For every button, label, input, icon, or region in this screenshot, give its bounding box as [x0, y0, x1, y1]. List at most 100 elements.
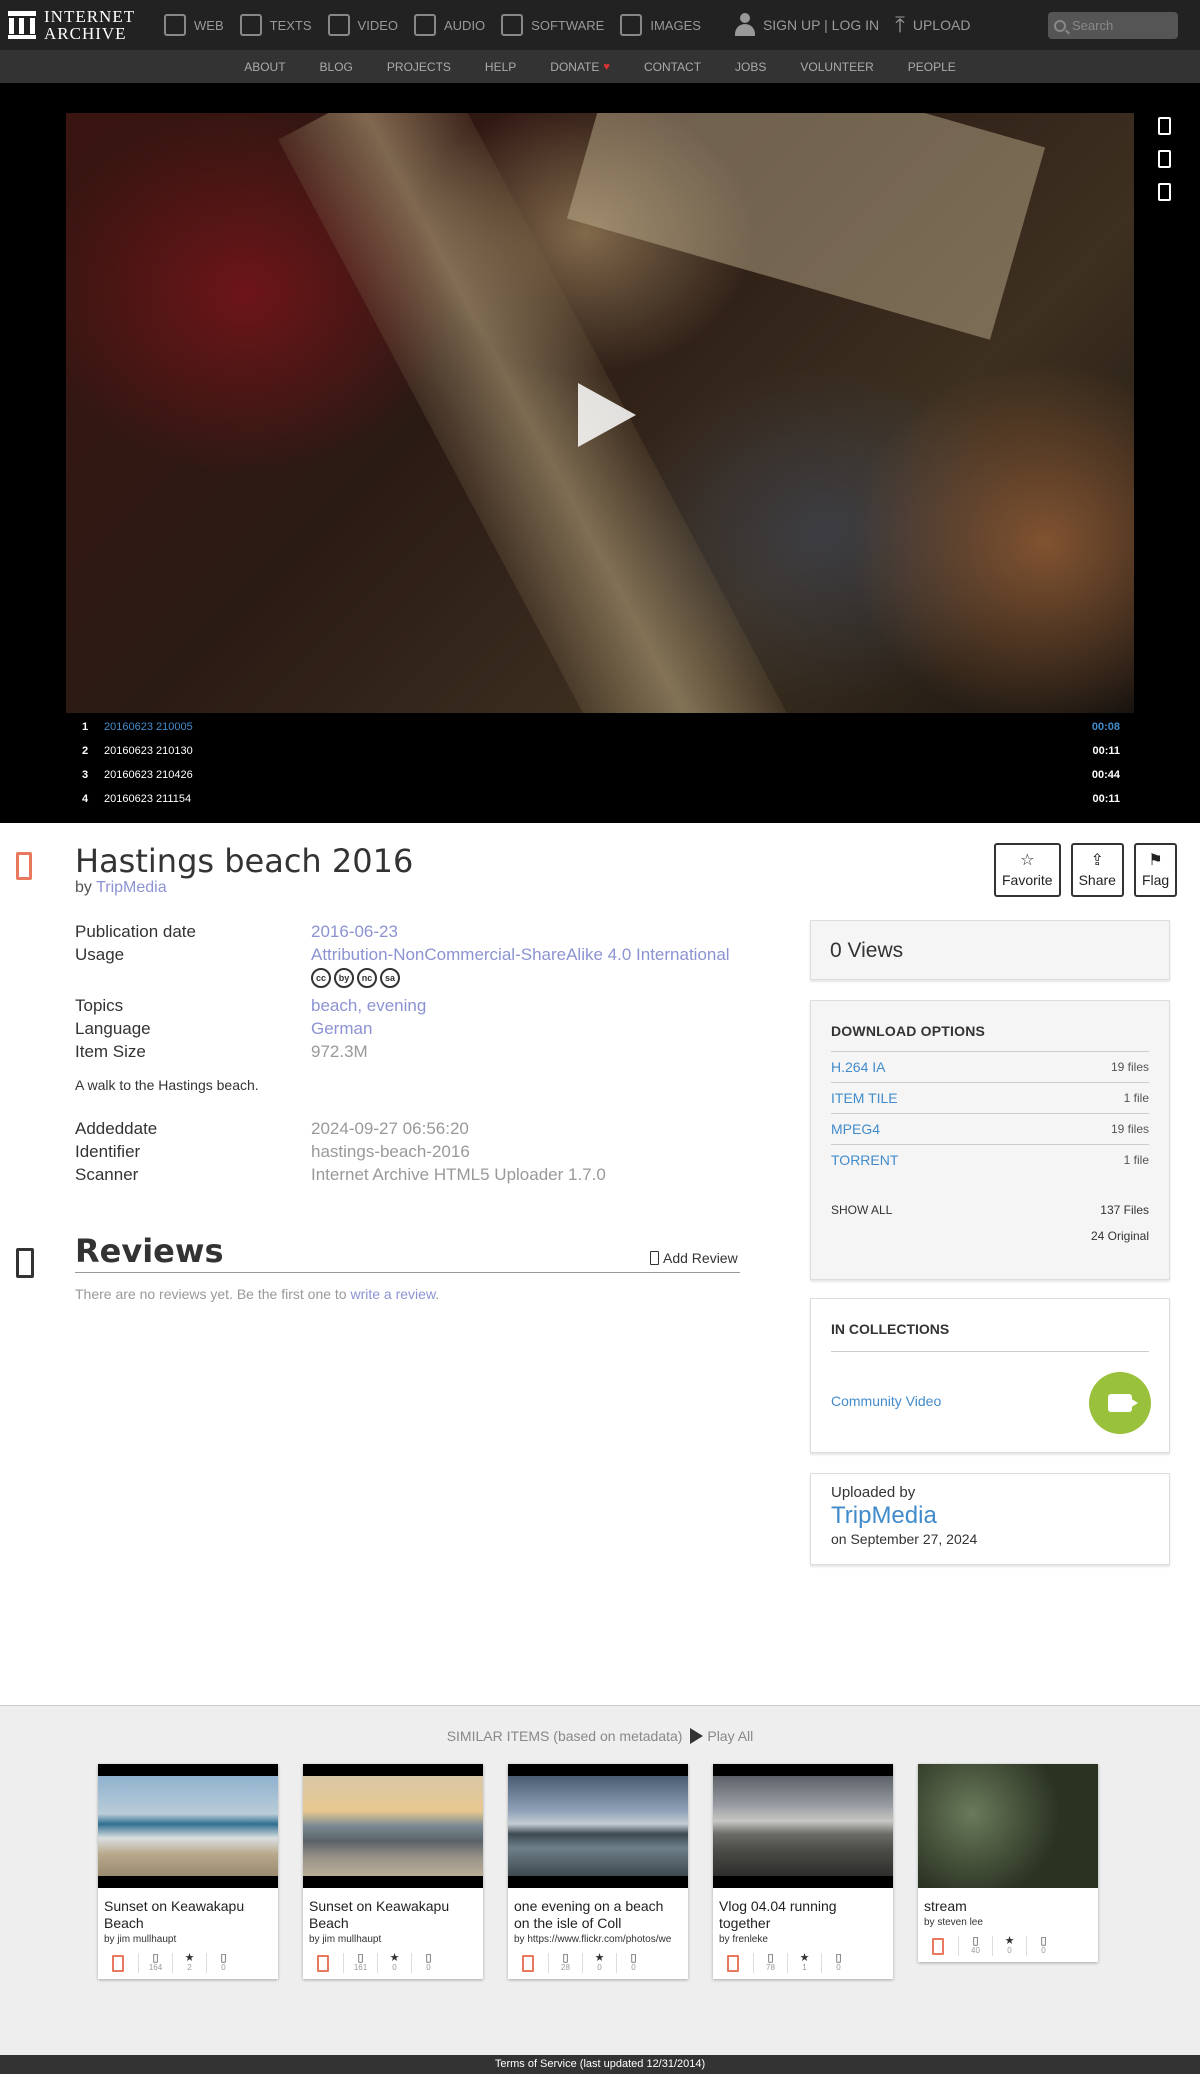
settings-icon[interactable]	[1158, 183, 1171, 201]
thumbnail[interactable]	[713, 1764, 893, 1888]
movies-icon	[317, 1954, 329, 1972]
comment-icon: ▯	[220, 1952, 227, 1964]
nav-web[interactable]: WEB	[164, 0, 224, 50]
search-icon[interactable]	[1054, 19, 1066, 32]
download-format-link[interactable]: MPEG4	[831, 1121, 880, 1137]
similar-item-card[interactable]: stream by steven lee ▯ 40 ★ 0 ▯ 0	[918, 1764, 1098, 1962]
collection-link[interactable]: Community Video	[831, 1393, 941, 1409]
show-all-link[interactable]: SHOW ALL	[831, 1203, 892, 1217]
similar-item-card[interactable]: one evening on a beach on the isle of Co…	[508, 1764, 688, 1979]
nav-video[interactable]: VIDEO	[327, 0, 398, 50]
nav-texts[interactable]: TEXTS	[239, 0, 312, 50]
similar-item-author: by https://www.flickr.com/photos/we	[514, 1934, 672, 1945]
subnav-blog[interactable]: BLOG	[320, 60, 353, 74]
similar-item-title[interactable]: stream	[918, 1888, 1098, 1915]
similar-item-title[interactable]: one evening on a beach on the isle of Co…	[508, 1888, 688, 1932]
thumbnail[interactable]	[98, 1764, 278, 1888]
thumbnail[interactable]	[303, 1764, 483, 1888]
subnav-about[interactable]: ABOUT	[244, 60, 285, 74]
cc-by-icon[interactable]: by	[334, 968, 354, 988]
subnav-help[interactable]: HELP	[485, 60, 516, 74]
star-icon: ★	[389, 1952, 400, 1964]
community-video-badge[interactable]	[1089, 1372, 1151, 1434]
playlist-item[interactable]: 2 20160623 210130 00:11	[66, 739, 1134, 763]
embed-icon[interactable]	[1158, 117, 1171, 135]
original-files[interactable]: 24 Original	[831, 1229, 1149, 1243]
play-icon[interactable]	[578, 383, 636, 447]
image-icon	[620, 14, 643, 36]
similar-item-card[interactable]: Vlog 04.04 running together by frenleke …	[713, 1764, 893, 1979]
download-row: TORRENT 1 file	[831, 1144, 1149, 1175]
sub-nav: ABOUT BLOG PROJECTS HELP DONATE ♥ CONTACT…	[0, 50, 1200, 83]
comment-icon: ▯	[835, 1952, 842, 1964]
movies-icon	[522, 1954, 534, 1972]
similar-item-title[interactable]: Sunset on Keawakapu Beach	[98, 1888, 278, 1932]
nav-audio[interactable]: AUDIO	[414, 0, 485, 50]
license-link[interactable]: Attribution-NonCommercial-ShareAlike 4.0…	[311, 943, 730, 966]
fullscreen-icon[interactable]	[1158, 150, 1171, 168]
item-description: A walk to the Hastings beach.	[75, 1077, 259, 1093]
subnav-volunteer[interactable]: VOLUNTEER	[800, 60, 873, 74]
similar-item-card[interactable]: Sunset on Keawakapu Beach by jim mullhau…	[303, 1764, 483, 1979]
movies-icon	[112, 1954, 124, 1972]
internet-archive-logo[interactable]: INTERNET ARCHIVE	[0, 8, 160, 42]
upload-arrow-icon: ⤒	[895, 12, 905, 37]
subnav-donate[interactable]: DONATE ♥	[550, 60, 610, 74]
similar-item-author: by jim mullhaupt	[104, 1934, 177, 1945]
playlist-item[interactable]: 4 20160623 211154 00:11	[66, 787, 1134, 811]
subnav-people[interactable]: PEOPLE	[908, 60, 956, 74]
cc-sa-icon[interactable]: sa	[380, 968, 400, 988]
similar-item-card[interactable]: Sunset on Keawakapu Beach by jim mullhau…	[98, 1764, 278, 1979]
share-button[interactable]: ⇪ Share	[1070, 843, 1124, 897]
similar-items-heading: SIMILAR ITEMS (based on metadata) Play A…	[446, 1728, 754, 1744]
nav-images[interactable]: IMAGES	[620, 0, 701, 50]
download-format-link[interactable]: H.264 IA	[831, 1059, 885, 1075]
download-row: H.264 IA 19 files	[831, 1051, 1149, 1082]
uploader-link[interactable]: TripMedia	[831, 1501, 1149, 1531]
collections-box: IN COLLECTIONS Community Video	[810, 1298, 1170, 1453]
similar-item-title[interactable]: Vlog 04.04 running together	[713, 1888, 893, 1932]
download-format-link[interactable]: ITEM TILE	[831, 1090, 898, 1106]
video-theater: 1 20160623 210005 00:08 2 20160623 21013…	[0, 83, 1200, 823]
web-icon	[164, 14, 186, 36]
cc-nc-icon[interactable]: nc	[357, 968, 377, 988]
topics-link[interactable]: beach, evening	[311, 994, 426, 1017]
favorite-button[interactable]: ☆ Favorite	[994, 843, 1061, 897]
video-player[interactable]	[66, 113, 1134, 713]
playlist: 1 20160623 210005 00:08 2 20160623 21013…	[66, 715, 1134, 811]
signup-login-link[interactable]: SIGN UP | LOG IN	[734, 13, 879, 37]
publication-date-link[interactable]: 2016-06-23	[311, 920, 398, 943]
views-box: 0 Views	[810, 920, 1170, 980]
metadata-row: Publication date 2016-06-23	[75, 920, 398, 943]
total-files[interactable]: 137 Files	[1100, 1203, 1149, 1217]
playlist-item[interactable]: 1 20160623 210005 00:08	[66, 715, 1134, 739]
nav-software[interactable]: SOFTWARE	[501, 0, 604, 50]
reviews-icon	[16, 1248, 34, 1278]
download-options: DOWNLOAD OPTIONS H.264 IA 19 files ITEM T…	[810, 1000, 1170, 1280]
download-row: ITEM TILE 1 file	[831, 1082, 1149, 1113]
item-byline: by TripMedia	[75, 879, 167, 896]
play-all-icon[interactable]	[690, 1728, 704, 1744]
search-input[interactable]	[1072, 18, 1172, 33]
footer-terms-link[interactable]: Terms of Service (last updated 12/31/201…	[0, 2055, 1200, 2074]
archive-building-icon	[8, 11, 36, 39]
cc-icon[interactable]: cc	[311, 968, 331, 988]
metadata-row: Identifier hastings-beach-2016	[75, 1142, 470, 1161]
upload-link[interactable]: ⤒ UPLOAD	[895, 12, 970, 38]
download-format-link[interactable]: TORRENT	[831, 1152, 898, 1168]
similar-items: SIMILAR ITEMS (based on metadata) Play A…	[0, 1705, 1200, 2055]
thumbnail[interactable]	[918, 1764, 1098, 1888]
thumbnail[interactable]	[508, 1764, 688, 1888]
subnav-projects[interactable]: PROJECTS	[387, 60, 451, 74]
download-row: MPEG4 19 files	[831, 1113, 1149, 1144]
write-review-link[interactable]: write a review	[350, 1286, 435, 1302]
item-author-link[interactable]: TripMedia	[96, 879, 167, 896]
language-link[interactable]: German	[311, 1017, 372, 1040]
playlist-item[interactable]: 3 20160623 210426 00:44	[66, 763, 1134, 787]
flag-button[interactable]: ⚑ Flag	[1133, 843, 1178, 897]
subnav-jobs[interactable]: JOBS	[735, 60, 766, 74]
play-all-link[interactable]: Play All	[707, 1728, 753, 1744]
add-review-button[interactable]: Add Review	[650, 1250, 738, 1266]
similar-item-title[interactable]: Sunset on Keawakapu Beach	[303, 1888, 483, 1932]
subnav-contact[interactable]: CONTACT	[644, 60, 701, 74]
